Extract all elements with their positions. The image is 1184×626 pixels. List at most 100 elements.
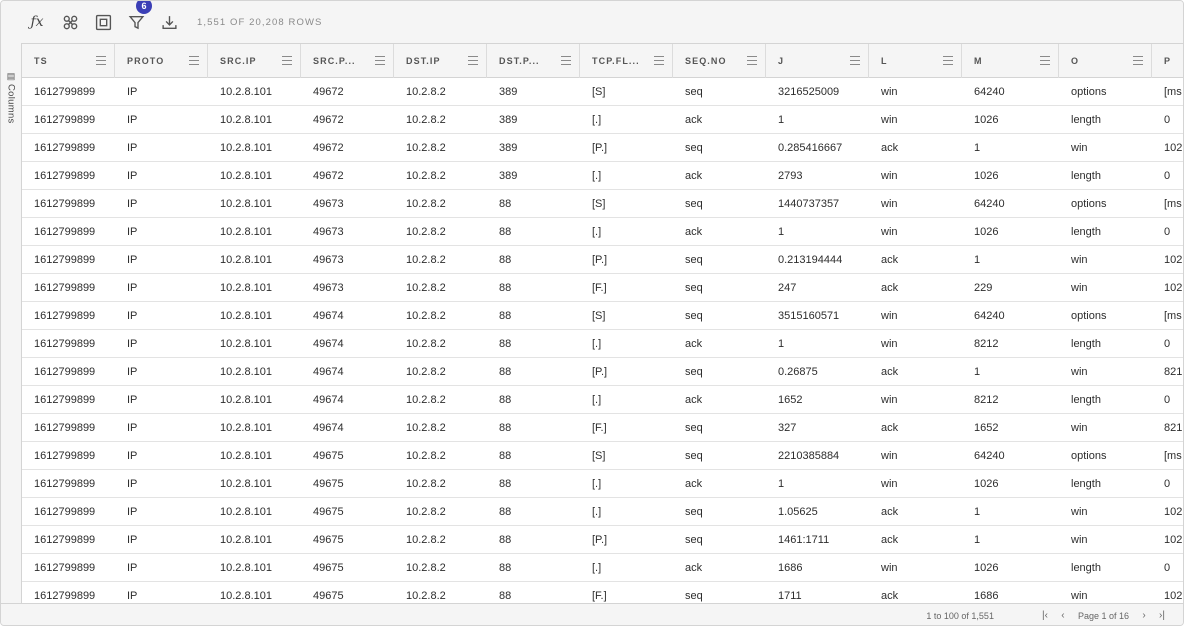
- column-header[interactable]: L: [869, 44, 962, 78]
- table-cell: 88: [499, 393, 512, 406]
- table-row[interactable]: 1612799899 IP 10.2.8.101 49673 10.2.8.2 88 [S]…: [22, 190, 1183, 218]
- table-cell: 88: [499, 505, 512, 518]
- column-menu-icon[interactable]: [850, 56, 860, 65]
- table-cell: 88: [499, 561, 512, 574]
- table-row[interactable]: 1612799899 IP 10.2.8.101 49674 10.2.8.2 88 [P.…: [22, 358, 1183, 386]
- table-row[interactable]: 1612799899 IP 10.2.8.101 49675 10.2.8.2 88 [.]…: [22, 498, 1183, 526]
- column-menu-icon[interactable]: [561, 56, 571, 65]
- column-header[interactable]: P: [1152, 44, 1183, 78]
- table-cell: options: [1071, 197, 1107, 210]
- table-cell: 1: [974, 533, 981, 546]
- table-row[interactable]: 1612799899 IP 10.2.8.101 49674 10.2.8.2 88 [.]…: [22, 330, 1183, 358]
- column-header[interactable]: TCP.FL...: [580, 44, 673, 78]
- table-row[interactable]: 1612799899 IP 10.2.8.101 49673 10.2.8.2 88 [.]…: [22, 218, 1183, 246]
- column-header-label: PROTO: [127, 56, 165, 66]
- transform-button[interactable]: [60, 12, 80, 32]
- table-cell: 1: [778, 113, 785, 126]
- column-header[interactable]: O: [1059, 44, 1152, 78]
- column-header[interactable]: PROTO: [115, 44, 208, 78]
- previous-page-icon[interactable]: ‹: [1056, 610, 1070, 621]
- column-header[interactable]: TS: [22, 44, 115, 78]
- table-cell: 247: [778, 281, 797, 294]
- columns-panel-tab[interactable]: ▤ Columns: [5, 71, 17, 124]
- column-header[interactable]: SRC.IP: [208, 44, 301, 78]
- download-button[interactable]: [159, 12, 179, 32]
- column-menu-icon[interactable]: [943, 56, 953, 65]
- table-cell: 1026: [974, 561, 999, 574]
- table-cell: 1612799899: [34, 449, 96, 462]
- table-cell: ack: [881, 281, 899, 294]
- filter-button[interactable]: 6: [126, 1, 152, 32]
- table-cell: 49673: [313, 281, 344, 294]
- table-cell: win: [1071, 533, 1088, 546]
- column-header[interactable]: DST.IP: [394, 44, 487, 78]
- table-cell: 10.2.8.2: [406, 449, 446, 462]
- table-cell: 389: [499, 85, 518, 98]
- table-row[interactable]: 1612799899 IP 10.2.8.101 49672 10.2.8.2 389 [S…: [22, 78, 1183, 106]
- table-cell: 0: [1164, 561, 1171, 574]
- first-page-icon[interactable]: |‹: [1038, 610, 1052, 621]
- column-menu-icon[interactable]: [654, 56, 664, 65]
- table-cell: 1612799899: [34, 113, 96, 126]
- column-menu-icon[interactable]: [375, 56, 385, 65]
- table-row[interactable]: 1612799899 IP 10.2.8.101 49675 10.2.8.2 88 [.]…: [22, 554, 1183, 582]
- column-header[interactable]: M: [962, 44, 1059, 78]
- column-menu-icon[interactable]: [189, 56, 199, 65]
- column-menu-icon[interactable]: [1040, 56, 1050, 65]
- table-cell: 88: [499, 477, 512, 490]
- table-cell: ack: [685, 477, 703, 490]
- column-menu-icon[interactable]: [96, 56, 106, 65]
- table-cell: 10.2.8.101: [220, 561, 272, 574]
- table-cell: win: [1071, 365, 1088, 378]
- column-header[interactable]: SEQ.NO: [673, 44, 766, 78]
- table-cell: 10.2.8.101: [220, 365, 272, 378]
- table-cell: [S]: [592, 449, 606, 462]
- column-menu-icon[interactable]: [747, 56, 757, 65]
- table-row[interactable]: 1612799899 IP 10.2.8.101 49675 10.2.8.2 88 [S]…: [22, 442, 1183, 470]
- table-cell: [P.]: [592, 533, 608, 546]
- table-cell: 49674: [313, 309, 344, 322]
- table-cell: ack: [685, 169, 703, 182]
- table-cell: 10.2.8.2: [406, 253, 446, 266]
- table-cell: ack: [881, 253, 899, 266]
- column-menu-icon[interactable]: [1133, 56, 1143, 65]
- table-row[interactable]: 1612799899 IP 10.2.8.101 49673 10.2.8.2 88 [P.…: [22, 246, 1183, 274]
- last-page-icon[interactable]: ›|: [1155, 610, 1169, 621]
- table-row[interactable]: 1612799899 IP 10.2.8.101 49675 10.2.8.2 88 [F.…: [22, 582, 1183, 603]
- row-count-label: 1,551 of 20,208 rows: [197, 16, 323, 28]
- table-cell: [ms: [1164, 85, 1182, 98]
- table-cell: 1612799899: [34, 225, 96, 238]
- table-row[interactable]: 1612799899 IP 10.2.8.101 49672 10.2.8.2 389 [P…: [22, 134, 1183, 162]
- table-cell: 88: [499, 281, 512, 294]
- table-cell: 10.2.8.101: [220, 225, 272, 238]
- table-cell: length: [1071, 393, 1101, 406]
- row-range-label: 1 to 100 of 1,551: [926, 610, 994, 621]
- table-row[interactable]: 1612799899 IP 10.2.8.101 49672 10.2.8.2 389 [.…: [22, 106, 1183, 134]
- select-area-button[interactable]: [93, 12, 113, 32]
- table-cell: 1686: [974, 589, 999, 602]
- table-row[interactable]: 1612799899 IP 10.2.8.101 49675 10.2.8.2 88 [P.…: [22, 526, 1183, 554]
- filter-icon: [128, 15, 144, 29]
- table-cell: length: [1071, 169, 1101, 182]
- column-header[interactable]: DST.P...: [487, 44, 580, 78]
- formula-button[interactable]: ƒx: [27, 12, 47, 32]
- table-cell: 88: [499, 421, 512, 434]
- table-cell: 10.2.8.101: [220, 197, 272, 210]
- table-row[interactable]: 1612799899 IP 10.2.8.101 49675 10.2.8.2 88 [.]…: [22, 470, 1183, 498]
- table-cell: IP: [127, 589, 138, 602]
- column-header[interactable]: J: [766, 44, 869, 78]
- select-area-icon: [95, 14, 111, 30]
- next-page-icon[interactable]: ›: [1137, 610, 1151, 621]
- table-row[interactable]: 1612799899 IP 10.2.8.101 49673 10.2.8.2 88 [F.…: [22, 274, 1183, 302]
- column-header[interactable]: SRC.P...: [301, 44, 394, 78]
- table-cell: [S]: [592, 309, 606, 322]
- table-cell: ack: [881, 421, 899, 434]
- table-row[interactable]: 1612799899 IP 10.2.8.101 49674 10.2.8.2 88 [S]…: [22, 302, 1183, 330]
- table-row[interactable]: 1612799899 IP 10.2.8.101 49674 10.2.8.2 88 [.]…: [22, 386, 1183, 414]
- table-cell: 1612799899: [34, 197, 96, 210]
- column-menu-icon[interactable]: [282, 56, 292, 65]
- table-row[interactable]: 1612799899 IP 10.2.8.101 49672 10.2.8.2 389 [.…: [22, 162, 1183, 190]
- column-menu-icon[interactable]: [468, 56, 478, 65]
- table-cell: 1: [974, 365, 981, 378]
- table-row[interactable]: 1612799899 IP 10.2.8.101 49674 10.2.8.2 88 [F.…: [22, 414, 1183, 442]
